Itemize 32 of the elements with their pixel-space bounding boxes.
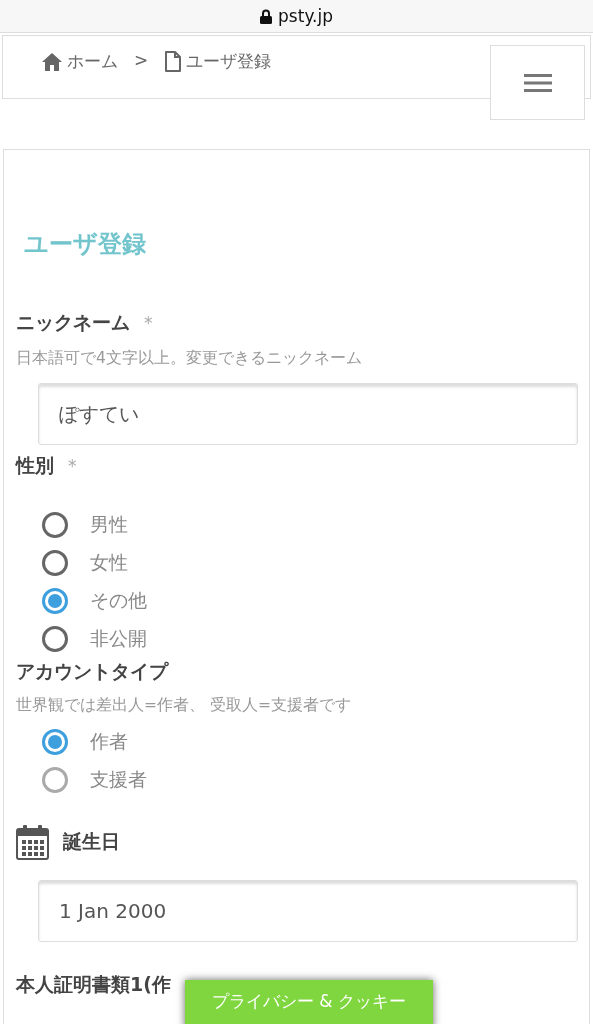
menu-button[interactable]: [490, 45, 585, 120]
required-mark: *: [144, 313, 153, 333]
radio-button[interactable]: [42, 550, 68, 576]
field-hint: 世界観では差出人=作者、 受取人=支援者です: [16, 695, 352, 716]
radio-option[interactable]: 作者: [42, 726, 577, 758]
input-field[interactable]: ぽすてい: [38, 383, 578, 445]
radio-button[interactable]: [42, 729, 68, 755]
field-label: ニックネーム: [16, 310, 130, 335]
calendar-icon: [16, 824, 49, 860]
breadcrumb-link[interactable]: ホーム: [41, 50, 118, 73]
address-bar[interactable]: psty.jp: [0, 0, 593, 33]
breadcrumb-separator: >: [134, 50, 149, 70]
menu-icon: [523, 73, 552, 92]
page-title: ユーザ登録: [24, 229, 147, 260]
radio-option[interactable]: 男性: [42, 509, 577, 541]
document-icon: [164, 50, 183, 73]
home-icon: [41, 51, 63, 72]
field-hint: 日本語可で4文字以上。変更できるニックネーム: [16, 348, 363, 369]
radio-button[interactable]: [42, 626, 68, 652]
radio-option[interactable]: 非公開: [42, 623, 577, 655]
breadcrumb-link[interactable]: ユーザ登録: [164, 50, 272, 73]
lock-icon: [260, 8, 273, 24]
date-field[interactable]: 1 Jan 2000: [38, 880, 578, 942]
required-mark: *: [68, 456, 77, 476]
field-label: 本人証明書類1(作: [16, 972, 171, 997]
radio-button[interactable]: [42, 588, 68, 614]
field-label: アカウントタイプ: [16, 659, 168, 684]
field-label: 誕生日: [63, 829, 120, 854]
radio-option[interactable]: 女性: [42, 547, 577, 579]
radio-option[interactable]: その他: [42, 585, 577, 617]
radio-button[interactable]: [42, 512, 68, 538]
field-label: 性別: [16, 453, 54, 478]
